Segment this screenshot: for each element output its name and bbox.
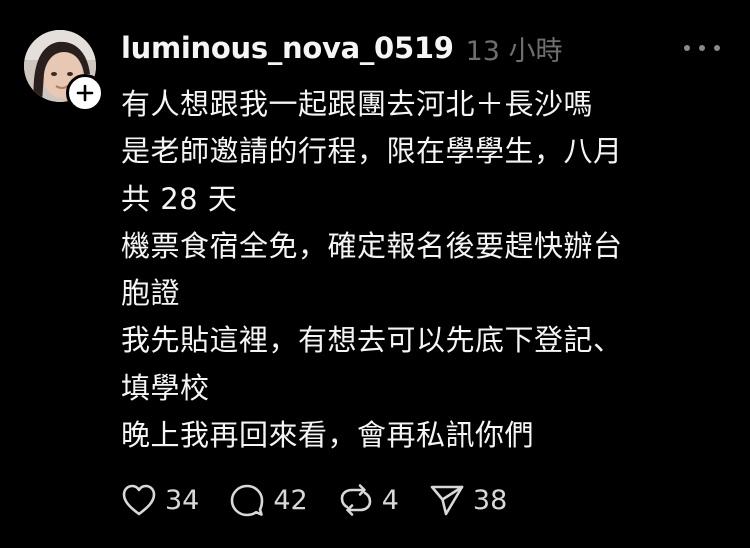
like-button[interactable]: 34 bbox=[121, 483, 199, 517]
action-bar: 34 42 4 38 bbox=[121, 480, 537, 520]
paper-plane-icon bbox=[430, 485, 464, 516]
share-button[interactable]: 38 bbox=[429, 483, 507, 517]
more-dot bbox=[714, 45, 720, 51]
like-count: 34 bbox=[165, 484, 200, 516]
repost-count: 4 bbox=[381, 484, 399, 516]
post-text-line: 填學校 bbox=[121, 370, 210, 405]
post-text-line: 胞證 bbox=[121, 276, 181, 311]
thread-post: luminous_nova_0519 13 小時 有人想跟我一起跟團去河北＋長沙… bbox=[0, 0, 750, 548]
post-text-line: 有人想跟我一起跟團去河北＋長沙嗎 bbox=[121, 87, 594, 121]
repost-arrows-icon bbox=[340, 484, 372, 516]
repost-button[interactable]: 4 bbox=[338, 482, 399, 518]
more-dot bbox=[699, 45, 705, 51]
avatar-container bbox=[24, 30, 104, 112]
post-text-line: 機票食宿全免，確定報名後要趕快辦台 bbox=[121, 228, 623, 263]
speech-bubble-icon bbox=[231, 484, 264, 517]
post-header: luminous_nova_0519 13 小時 bbox=[121, 28, 563, 68]
plus-icon bbox=[76, 84, 94, 102]
comment-button[interactable]: 42 bbox=[229, 482, 308, 518]
heart-icon bbox=[122, 484, 156, 516]
more-horizontal-icon bbox=[684, 45, 690, 51]
post-text-line: 晚上我再回來看，會再私訊你們 bbox=[121, 418, 535, 453]
more-options-button[interactable] bbox=[684, 36, 720, 60]
comment-count: 42 bbox=[273, 484, 308, 516]
post-body: 有人想跟我一起跟團去河北＋長沙嗎 是老師邀請的行程，限在學學生，八月 共 28 … bbox=[121, 81, 721, 459]
post-text-line: 共 28 天 bbox=[121, 181, 238, 216]
post-text-line: 是老師邀請的行程，限在學學生，八月 bbox=[121, 134, 623, 169]
post-timestamp: 13 小時 bbox=[465, 35, 563, 67]
username-link[interactable]: luminous_nova_0519 bbox=[121, 31, 454, 65]
follow-button[interactable] bbox=[66, 74, 104, 112]
post-text-line: 我先貼這裡，有想去可以先底下登記、 bbox=[121, 323, 623, 358]
share-count: 38 bbox=[472, 484, 508, 516]
